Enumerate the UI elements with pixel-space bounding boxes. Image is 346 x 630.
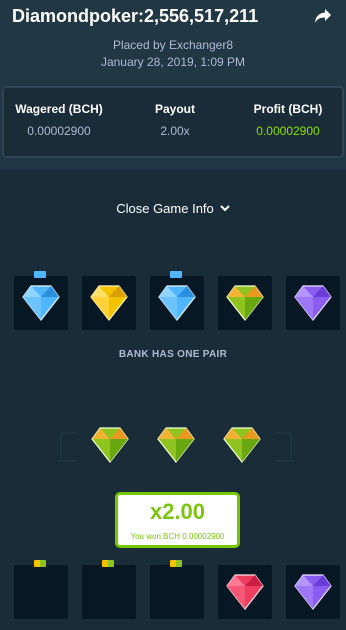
player-card-5 <box>286 565 340 619</box>
title-row: Diamondpoker:2,556,517,211 <box>12 4 334 28</box>
card-marker <box>34 560 46 567</box>
green-gem-icon <box>157 427 195 463</box>
purple-gem-icon <box>294 574 332 610</box>
bet-title: Diamondpoker:2,556,517,211 <box>12 5 259 26</box>
dealer-card-2 <box>82 276 136 330</box>
payout-label: Payout <box>154 102 195 116</box>
wagered-label: Wagered (BCH) <box>15 102 103 116</box>
green-gem-icon <box>91 427 129 463</box>
profit-stat: Profit (BCH) 0.00002900 <box>233 102 343 138</box>
pair-marker <box>34 271 46 278</box>
player-card-3 <box>150 560 204 619</box>
bet-date: January 28, 2019, 1:09 PM <box>100 55 246 69</box>
purple-gem-icon <box>294 285 332 321</box>
share-icon[interactable] <box>312 6 334 26</box>
chevron-down-icon <box>220 205 230 212</box>
middle-gem-3 <box>215 418 269 472</box>
close-game-info-button[interactable]: Close Game Info <box>0 201 346 216</box>
card-marker <box>170 560 182 567</box>
middle-gem-2 <box>149 418 203 472</box>
blue-gem-icon <box>158 285 196 321</box>
dealer-card-1 <box>14 271 68 330</box>
bet-stats: Wagered (BCH) 0.00002900 Payout 2.00x Pr… <box>2 86 344 158</box>
blue-gem-icon <box>22 285 60 321</box>
win-multiplier: x2.00 <box>149 499 206 524</box>
yellow-gem-icon <box>90 285 128 321</box>
win-result-box: x2.00 You won BCH 0.00002900 <box>115 492 240 548</box>
middle-gem-1 <box>83 418 137 472</box>
red-gem-icon <box>226 574 264 610</box>
profit-value: 0.00002900 <box>256 124 320 138</box>
green-gem-icon <box>226 285 264 321</box>
bank-result-label: BANK HAS ONE PAIR <box>118 349 228 360</box>
bet-details-panel: Diamondpoker:2,556,517,211 Placed by Exc… <box>0 0 346 170</box>
player-card-2 <box>82 560 136 619</box>
pair-marker <box>170 271 182 278</box>
dealer-card-4 <box>218 276 272 330</box>
wagered-stat: Wagered (BCH) 0.00002900 <box>4 102 114 138</box>
green-gem-icon <box>223 427 261 463</box>
profit-label: Profit (BCH) <box>253 102 323 116</box>
ghost-card-left <box>60 432 76 462</box>
player-card-1 <box>14 560 68 619</box>
payout-value: 2.00x <box>160 124 190 138</box>
dealer-card-5 <box>286 276 340 330</box>
close-game-info-label: Close Game Info <box>116 201 214 216</box>
win-amount-text: You won BCH 0.00002900 <box>130 532 225 541</box>
player-card-4 <box>218 565 272 619</box>
card-marker <box>102 560 114 567</box>
payout-stat: Payout 2.00x <box>120 102 230 138</box>
placed-by: Placed by Exchanger8 <box>112 38 234 52</box>
ghost-card-right <box>276 432 292 462</box>
dealer-card-3 <box>150 271 204 330</box>
wagered-value: 0.00002900 <box>27 124 91 138</box>
